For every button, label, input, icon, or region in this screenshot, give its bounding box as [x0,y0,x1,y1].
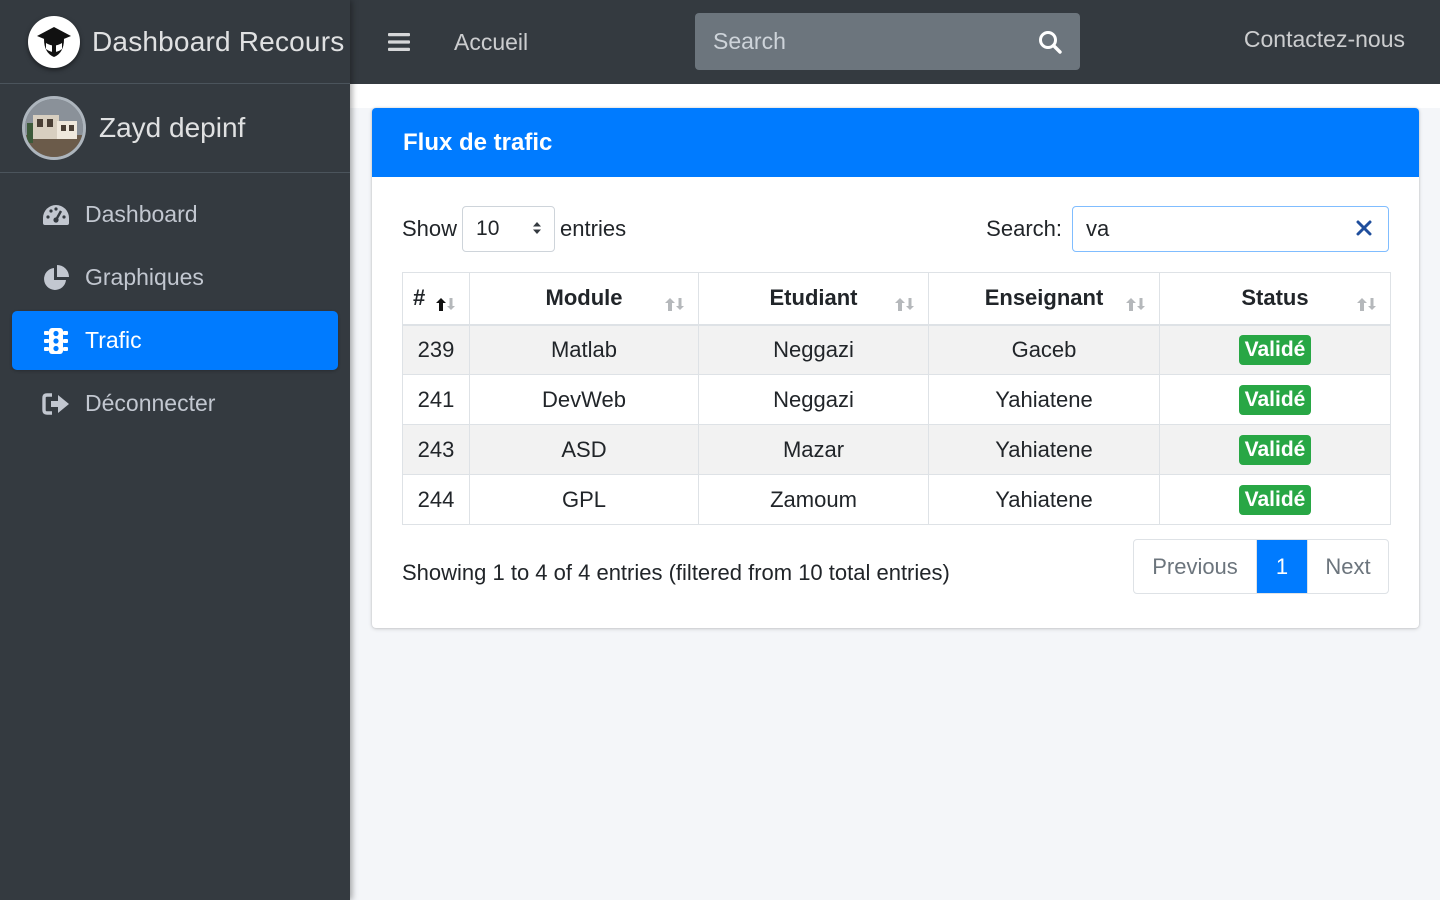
cell-id: 243 [402,424,470,475]
user-name: Zayd depinf [99,112,246,143]
table-header-row: # Module Etudiant Enseignant Status [402,272,1391,326]
cell-module: DevWeb [469,374,699,425]
brand-logo-icon [28,15,80,68]
content-header [350,84,1440,108]
status-badge: Validé [1238,384,1312,415]
sidebar-item-trafic[interactable]: Trafic [12,311,338,370]
home-link[interactable]: Accueil [454,29,528,56]
select-arrows-icon [532,217,542,241]
cell-module: GPL [469,474,699,525]
table-row: 239 Matlab Neggazi Gaceb Validé [402,324,1391,375]
column-header-module[interactable]: Module [469,272,699,326]
traffic-light-icon [40,325,72,357]
sort-asc-icon [435,292,457,318]
table-row: 244 GPL Zamoum Yahiatene Validé [402,474,1391,525]
filter-input[interactable]: va [1072,206,1389,252]
cell-module: ASD [469,424,699,475]
cell-status: Validé [1159,424,1391,475]
traffic-table: # Module Etudiant Enseignant Status 239 … [402,272,1391,525]
cell-id: 241 [402,374,470,425]
cell-status: Validé [1159,474,1391,525]
cell-status: Validé [1159,324,1391,375]
sidebar-item-label: Déconnecter [85,390,216,416]
entries-length-control: Show 10 entries [402,206,626,252]
column-header-status[interactable]: Status [1159,272,1391,326]
sidebar-nav: Dashboard Graphiques Trafic Déconnecter [0,173,350,433]
search-icon[interactable] [1020,13,1080,70]
table-row: 241 DevWeb Neggazi Yahiatene Validé [402,374,1391,425]
contact-link[interactable]: Contactez-nous [1244,26,1405,53]
next-page-button[interactable]: Next [1307,540,1388,593]
column-header-enseignant[interactable]: Enseignant [928,272,1160,326]
hamburger-menu-icon[interactable] [384,27,414,57]
table-row: 243 ASD Mazar Yahiatene Validé [402,424,1391,475]
cell-etudiant: Neggazi [698,374,929,425]
pagination: Previous 1 Next [1133,539,1389,594]
status-badge: Validé [1238,434,1312,465]
sidebar-item-label: Dashboard [85,201,198,227]
entries-label: entries [560,216,627,241]
sign-out-icon [40,388,72,420]
clear-icon[interactable] [1356,216,1372,242]
status-badge: Validé [1238,334,1312,365]
sidebar-item-graphiques[interactable]: Graphiques [12,248,338,307]
sort-icon [664,292,686,318]
avatar [22,96,86,160]
cell-etudiant: Neggazi [698,324,929,375]
entries-select-value: 10 [476,217,500,240]
cell-module: Matlab [469,324,699,375]
previous-page-button[interactable]: Previous [1134,540,1257,593]
cell-enseignant: Gaceb [928,324,1160,375]
sidebar-item-label: Trafic [85,327,142,353]
show-label: Show [402,216,458,241]
brand-link[interactable]: Dashboard Recours [0,0,350,84]
pie-chart-icon [40,262,72,294]
cell-etudiant: Mazar [698,424,929,475]
cell-enseignant: Yahiatene [928,474,1160,525]
column-header-etudiant[interactable]: Etudiant [698,272,929,326]
user-panel[interactable]: Zayd depinf [0,84,350,173]
tachometer-icon [40,199,72,231]
cell-enseignant: Yahiatene [928,374,1160,425]
status-badge: Validé [1238,484,1312,515]
sort-icon [1356,292,1378,318]
column-header-id[interactable]: # [402,272,470,326]
top-navbar: Accueil Contactez-nous [350,0,1440,84]
cell-etudiant: Zamoum [698,474,929,525]
brand-title: Dashboard Recours [92,25,345,57]
card-header: Flux de trafic [372,108,1419,177]
page-1-button[interactable]: 1 [1257,540,1307,593]
sidebar-item-dashboard[interactable]: Dashboard [12,185,338,244]
filter-label: Search: [986,216,1062,241]
sidebar-item-label: Graphiques [85,264,204,290]
entries-select[interactable]: 10 [462,206,556,252]
sort-icon [1125,292,1147,318]
search-input[interactable] [695,13,1020,70]
traffic-card: Flux de trafic Show 10 entries Search: v… [372,108,1419,628]
cell-id: 244 [402,474,470,525]
table-filter: Search: va [986,206,1389,252]
table-info: Showing 1 to 4 of 4 entries (filtered fr… [402,560,950,585]
card-title: Flux de trafic [403,128,553,156]
filter-input-value: va [1086,216,1110,241]
navbar-search [695,13,1080,70]
cell-status: Validé [1159,374,1391,425]
cell-enseignant: Yahiatene [928,424,1160,475]
sort-icon [894,292,916,318]
sidebar-item-deconnecter[interactable]: Déconnecter [12,374,338,433]
cell-id: 239 [402,324,470,375]
sidebar: Dashboard Recours Zayd depinf Dashboard … [0,0,350,900]
